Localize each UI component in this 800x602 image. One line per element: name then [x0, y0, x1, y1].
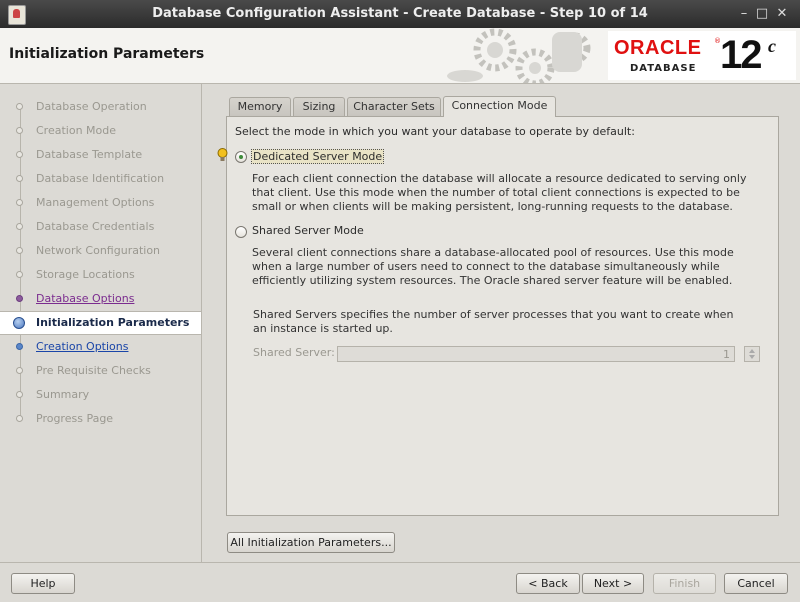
- cancel-button[interactable]: Cancel: [724, 573, 788, 594]
- step-dot-icon: [16, 415, 23, 422]
- step-dot-icon: [16, 271, 23, 278]
- oracle-logo-version: 12: [720, 33, 762, 77]
- page-header: Initialization Parameters ORACLE ® DATAB…: [0, 28, 800, 84]
- step-dot-icon: [16, 175, 23, 182]
- shared-servers-description: Shared Servers specifies the number of s…: [253, 308, 734, 335]
- step-creation-mode: Creation Mode: [0, 119, 201, 143]
- mode-prompt: Select the mode in which you want your d…: [235, 125, 635, 138]
- next-button[interactable]: Next >: [582, 573, 644, 594]
- step-storage-locations: Storage Locations: [0, 263, 201, 287]
- step-database-identification: Database Identification: [0, 167, 201, 191]
- dedicated-server-description: For each client connection the database …: [252, 172, 747, 213]
- dedicated-server-radio[interactable]: [235, 151, 247, 163]
- tab-sizing[interactable]: Sizing: [293, 97, 345, 116]
- step-network-configuration: Network Configuration: [0, 239, 201, 263]
- step-progress-page: Progress Page: [0, 407, 201, 431]
- shared-server-value: 1: [723, 348, 730, 361]
- step-dot-icon: [16, 199, 23, 206]
- step-dot-icon: [16, 295, 23, 302]
- spinner-up-icon[interactable]: [749, 349, 755, 353]
- main-content: Memory Sizing Character Sets Connection …: [202, 84, 800, 562]
- help-button[interactable]: Help: [11, 573, 75, 594]
- shared-server-description: Several client connections share a datab…: [252, 246, 734, 287]
- finish-button[interactable]: Finish: [653, 573, 716, 594]
- oracle-logo-version-suffix: c: [768, 36, 776, 56]
- tab-memory[interactable]: Memory: [229, 97, 291, 116]
- step-dot-icon: [16, 391, 23, 398]
- step-management-options: Management Options: [0, 191, 201, 215]
- lightbulb-icon: [217, 148, 228, 161]
- connection-mode-panel: Select the mode in which you want your d…: [217, 116, 779, 516]
- minimize-icon[interactable]: –: [734, 4, 754, 24]
- maximize-icon[interactable]: □: [752, 4, 772, 24]
- footer-divider: [0, 562, 800, 563]
- step-database-operation: Database Operation: [0, 95, 201, 119]
- step-creation-options[interactable]: Creation Options: [0, 335, 201, 359]
- dedicated-server-label[interactable]: Dedicated Server Mode: [251, 149, 385, 164]
- gears-decoration-icon: [447, 28, 591, 83]
- step-dot-icon: [16, 247, 23, 254]
- shared-server-label[interactable]: Shared Server Mode: [252, 224, 364, 237]
- step-database-template: Database Template: [0, 143, 201, 167]
- step-dot-icon: [16, 103, 23, 110]
- step-database-options[interactable]: Database Options: [0, 287, 201, 311]
- close-icon[interactable]: ✕: [772, 4, 792, 24]
- wizard-steps-panel: Database Operation Creation Mode Databas…: [0, 84, 202, 562]
- current-step-icon: [13, 317, 25, 329]
- step-dot-icon: [16, 223, 23, 230]
- oracle-logo: ORACLE ® DATABASE 12 c: [608, 31, 796, 80]
- tab-connection-mode[interactable]: Connection Mode: [443, 96, 556, 117]
- oracle-logo-database: DATABASE: [630, 63, 697, 74]
- step-dot-icon: [16, 151, 23, 158]
- step-dot-icon: [16, 127, 23, 134]
- shared-server-spinner[interactable]: [744, 346, 760, 362]
- step-dot-icon: [16, 367, 23, 374]
- shared-server-input[interactable]: 1: [337, 346, 735, 362]
- back-button[interactable]: < Back: [516, 573, 580, 594]
- tab-character-sets[interactable]: Character Sets: [347, 97, 441, 116]
- window-titlebar: Database Configuration Assistant - Creat…: [0, 0, 800, 29]
- step-dot-icon: [16, 343, 23, 350]
- page-title: Initialization Parameters: [9, 46, 205, 62]
- all-initialization-parameters-button[interactable]: All Initialization Parameters...: [227, 532, 395, 553]
- shared-server-radio[interactable]: [235, 226, 247, 238]
- window-title: Database Configuration Assistant - Creat…: [152, 6, 648, 21]
- step-database-credentials: Database Credentials: [0, 215, 201, 239]
- step-pre-requisite-checks: Pre Requisite Checks: [0, 359, 201, 383]
- spinner-down-icon[interactable]: [749, 355, 755, 359]
- shared-server-field-label: Shared Server:: [253, 346, 335, 359]
- oracle-logo-text: ORACLE: [614, 37, 702, 59]
- step-summary: Summary: [0, 383, 201, 407]
- step-initialization-parameters: Initialization Parameters: [0, 311, 201, 335]
